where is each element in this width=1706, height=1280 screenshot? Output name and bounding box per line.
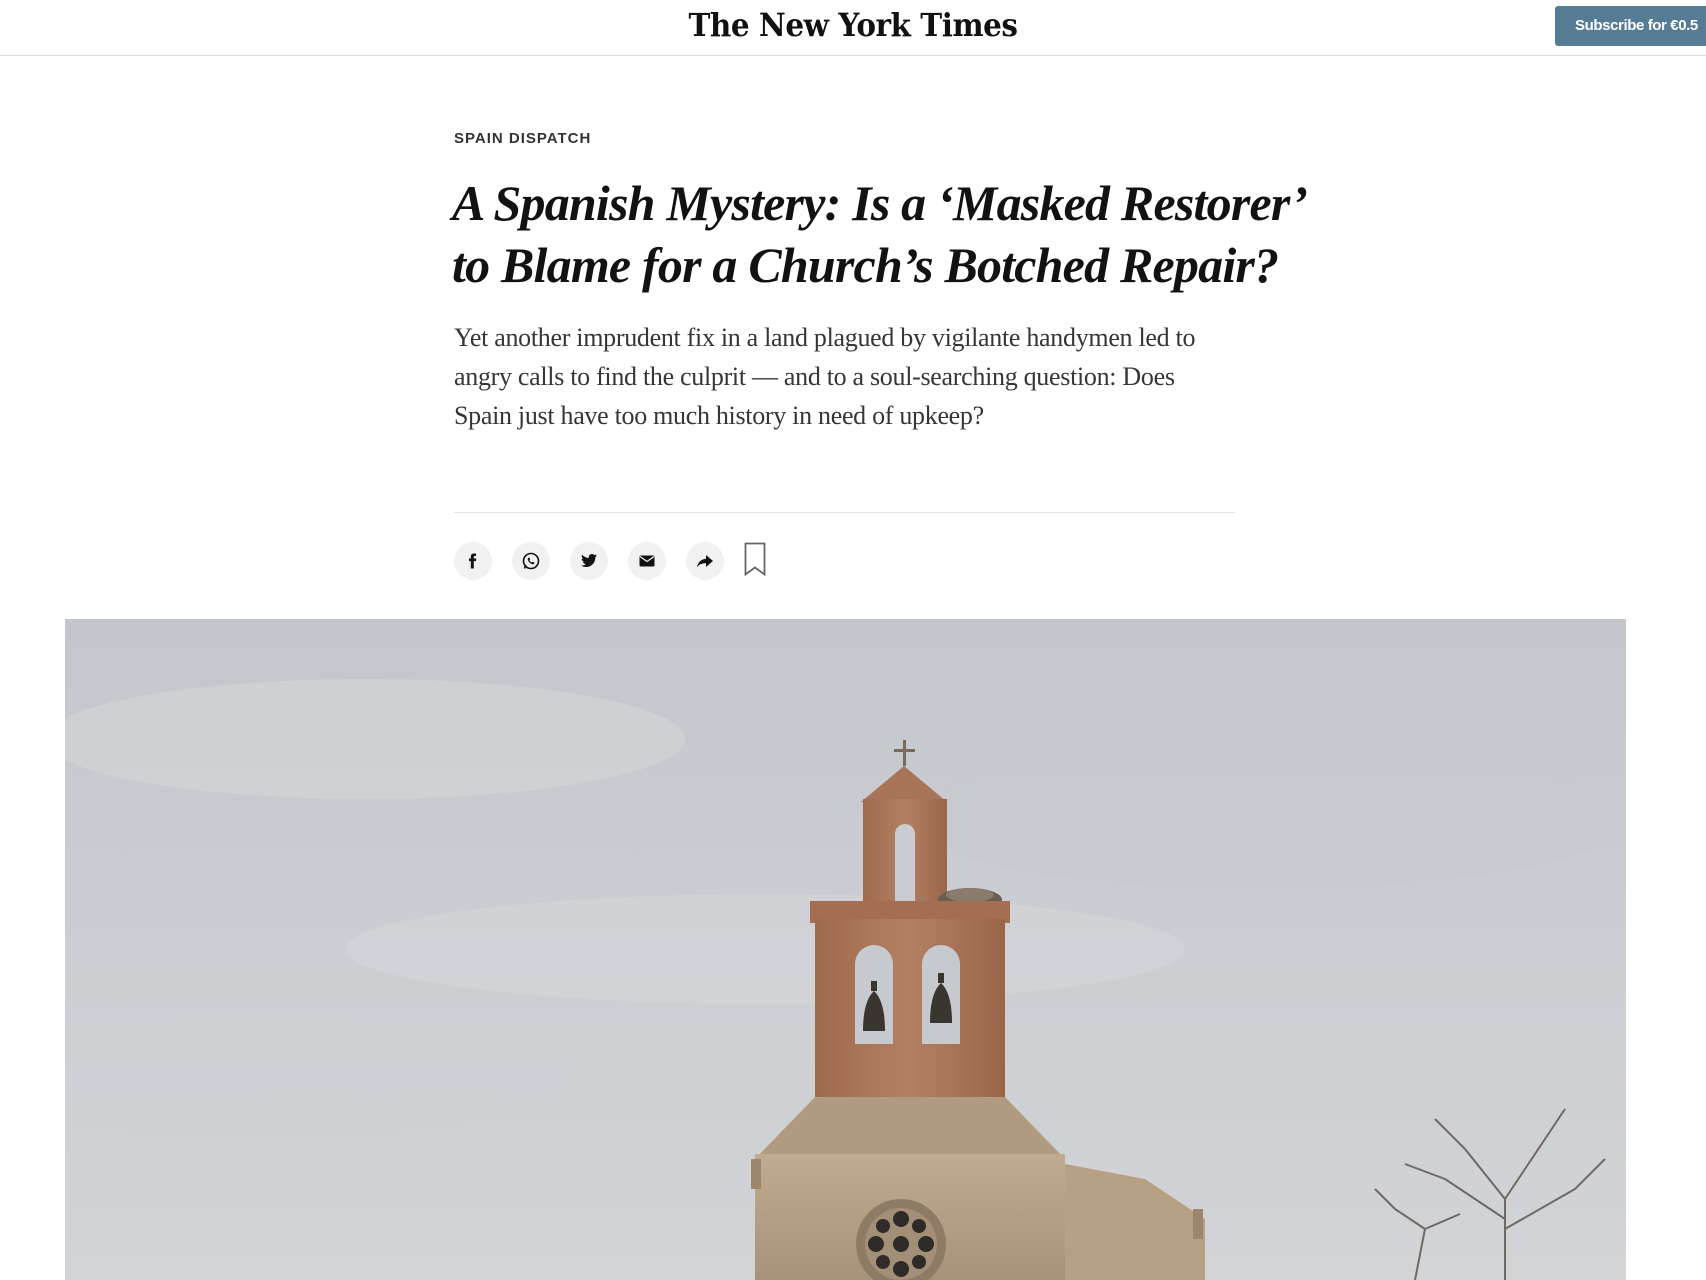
whatsapp-share-button[interactable] [512,542,550,580]
section-kicker[interactable]: SPAIN DISPATCH [454,130,591,147]
church-photo [65,619,1626,1280]
share-icon [696,554,714,568]
twitter-share-button[interactable] [570,542,608,580]
share-bar [454,540,766,582]
nyt-logo[interactable]: The New York Times [68,6,1638,44]
save-article-button[interactable] [744,542,766,581]
hero-image [65,619,1626,1280]
top-bar: The New York Times Subscribe for €0.5 [0,0,1706,56]
email-share-button[interactable] [628,542,666,580]
subscribe-button[interactable]: Subscribe for €0.5 [1555,6,1706,46]
divider [454,512,1235,513]
email-icon [639,555,655,567]
article-summary: Yet another imprudent fix in a land plag… [454,323,1196,430]
bookmark-icon [744,542,766,581]
facebook-icon [465,553,481,569]
article-headline: A Spanish Mystery: Is a ‘Masked Restorer… [452,175,1304,293]
more-share-button[interactable] [686,542,724,580]
facebook-share-button[interactable] [454,542,492,580]
twitter-icon [580,553,598,569]
whatsapp-icon [521,551,541,571]
